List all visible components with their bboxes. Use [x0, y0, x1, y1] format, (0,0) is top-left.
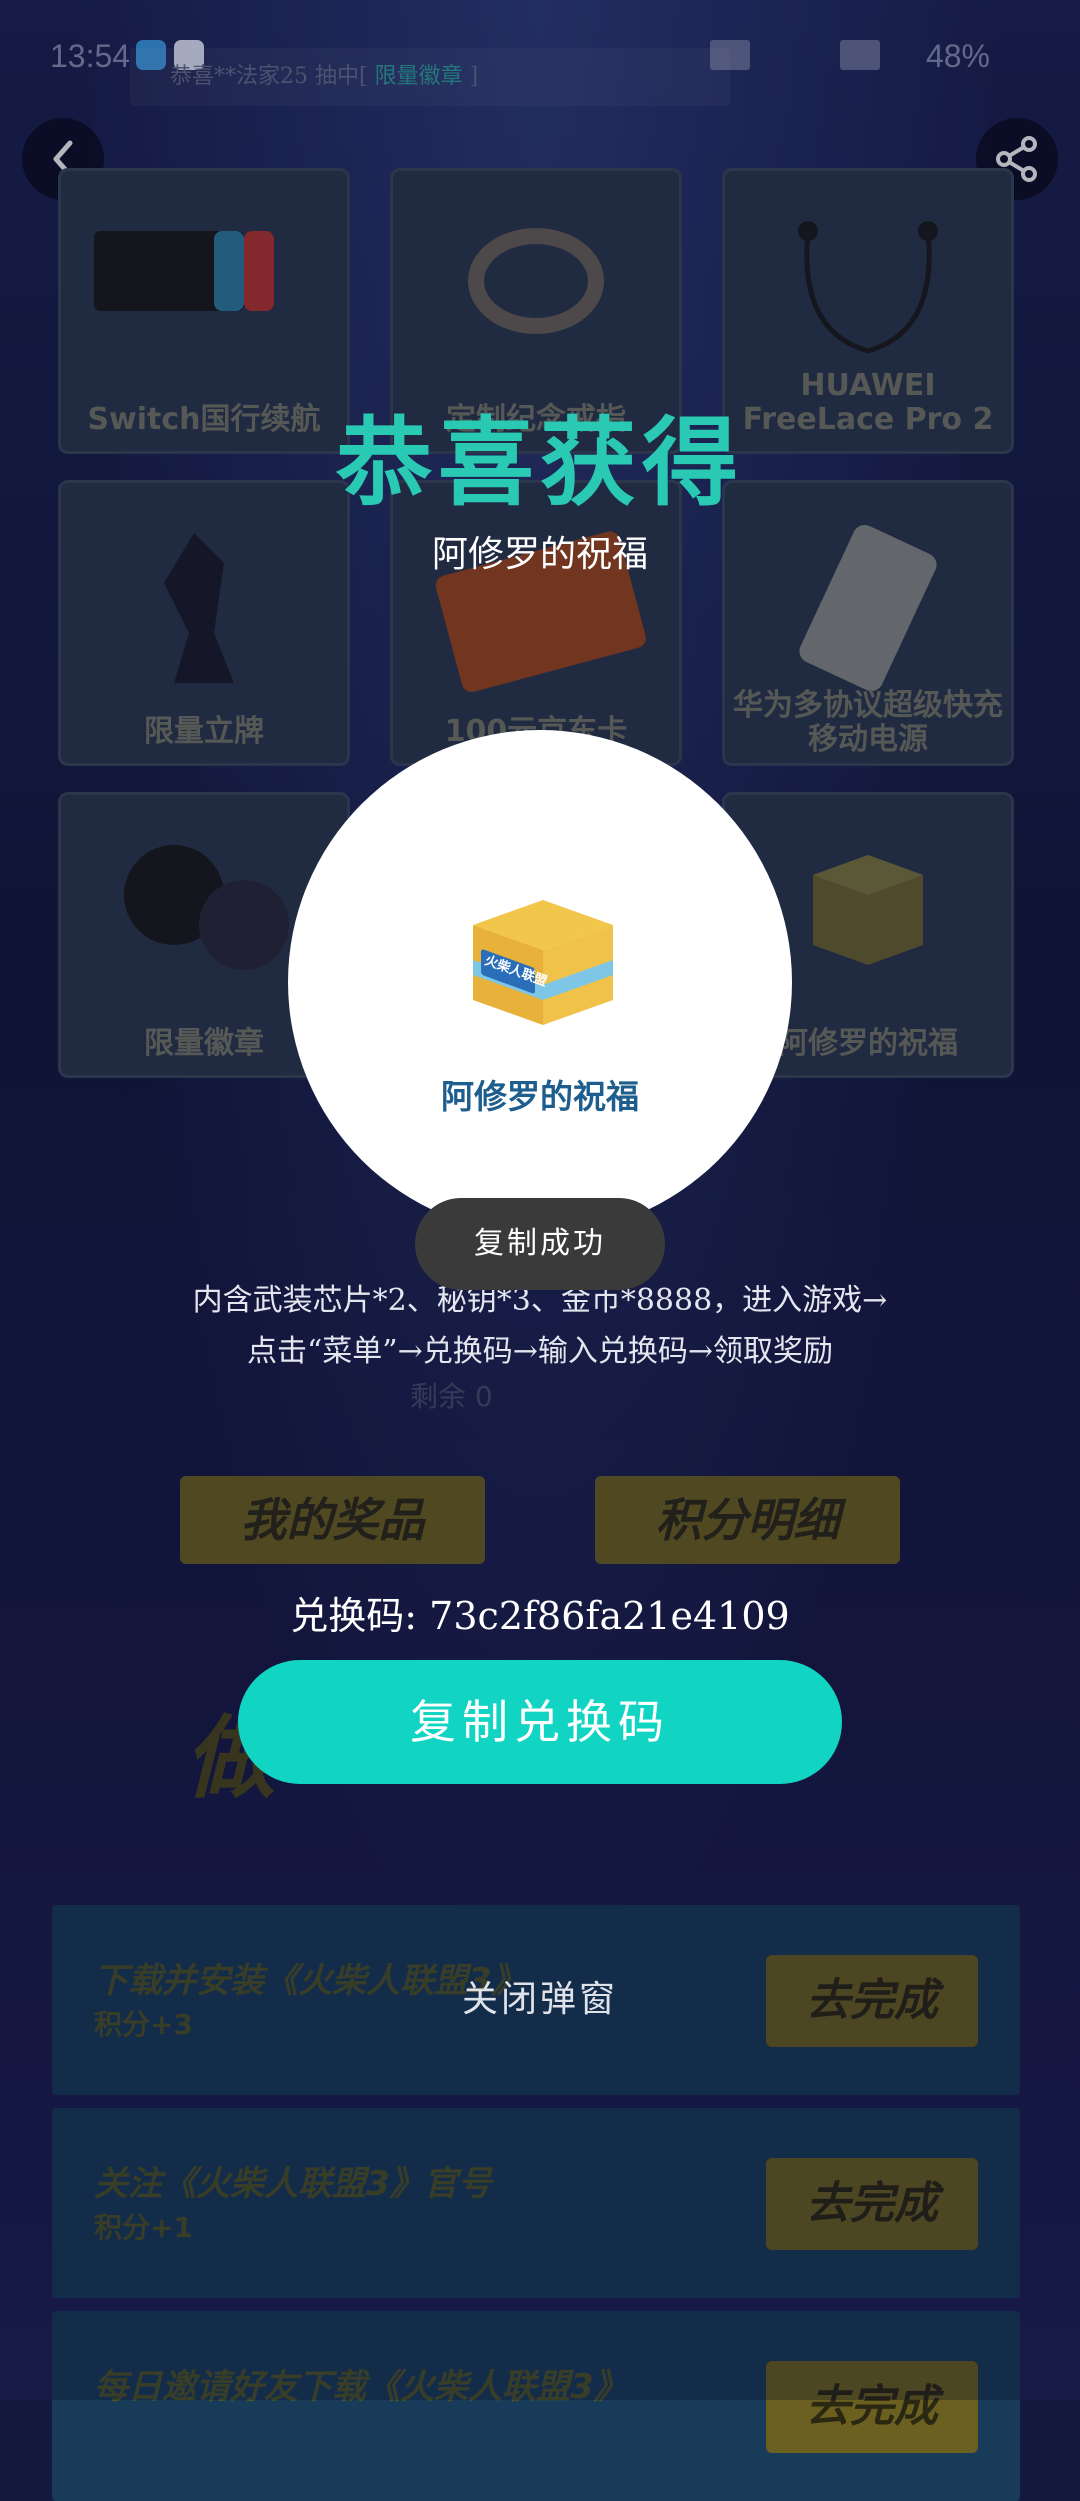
prize-circle: 火柴人联盟 阿修罗的祝福 [288, 730, 792, 1234]
modal-title: 恭喜获得 [336, 406, 744, 519]
gift-box-icon: 火柴人联盟 [473, 900, 613, 1025]
copy-code-button[interactable]: 复制兑换码 [238, 1660, 842, 1784]
prize-item-name: 阿修罗的祝福 [441, 1077, 639, 1116]
modal-prize-name: 阿修罗的祝福 [431, 534, 648, 575]
toast-message: 复制成功 [415, 1198, 665, 1290]
redeem-code: 兑换码: 73c2f86fa21e4109 [290, 1594, 790, 1638]
prize-description: 内含武装芯片*2、秘钥*3、金币*8888，进入游戏→点击“菜单”→兑换码→输入… [192, 1283, 888, 1369]
close-modal-button[interactable]: 关闭弹窗 [0, 1970, 1080, 2022]
reward-modal: 恭喜获得 阿修罗的祝福 火柴人联盟 阿修罗的祝福 内含武装芯片*2、秘钥*3、金… [0, 0, 1080, 2400]
